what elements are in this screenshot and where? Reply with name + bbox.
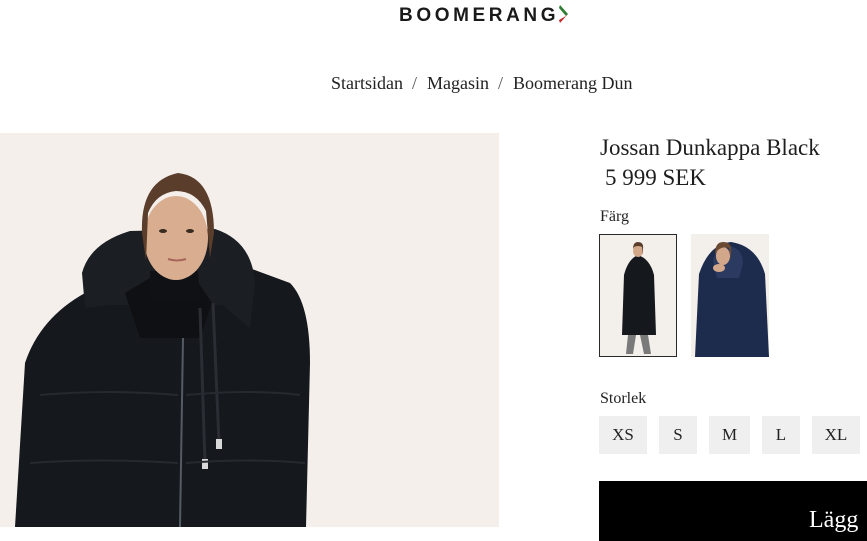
color-swatch-black[interactable] — [599, 234, 677, 357]
add-to-cart-button[interactable]: Lägg — [599, 481, 867, 541]
size-selector: XS S M L XL — [599, 416, 867, 454]
color-label: Färg — [600, 208, 630, 225]
color-swatches — [599, 234, 783, 357]
brand-logo[interactable]: BOOMERANG — [399, 4, 572, 28]
size-label: Storlek — [600, 390, 647, 407]
breadcrumb-link-home[interactable]: Startsidan — [331, 73, 403, 94]
logo-text: BOOMERANG — [399, 5, 560, 26]
breadcrumb: Startsidan / Magasin / Boomerang Dun — [331, 73, 633, 94]
product-main-image[interactable] — [0, 133, 499, 527]
breadcrumb-separator: / — [498, 73, 504, 93]
size-option-m[interactable]: M — [709, 416, 750, 454]
product-price: 5 999 SEK — [605, 165, 706, 190]
breadcrumb-link-magazine[interactable]: Magasin — [427, 73, 489, 94]
product-title: Jossan Dunkappa Black — [600, 135, 820, 160]
size-option-s[interactable]: S — [659, 416, 697, 454]
size-option-xl[interactable]: XL — [812, 416, 860, 454]
breadcrumb-current[interactable]: Boomerang Dun — [513, 73, 632, 94]
color-swatch-navy[interactable] — [691, 234, 769, 357]
product-info: Jossan Dunkappa Black — [600, 133, 820, 163]
size-option-xs[interactable]: XS — [599, 416, 647, 454]
size-option-l[interactable]: L — [762, 416, 800, 454]
boomerang-icon — [558, 3, 572, 30]
breadcrumb-separator: / — [412, 73, 418, 93]
